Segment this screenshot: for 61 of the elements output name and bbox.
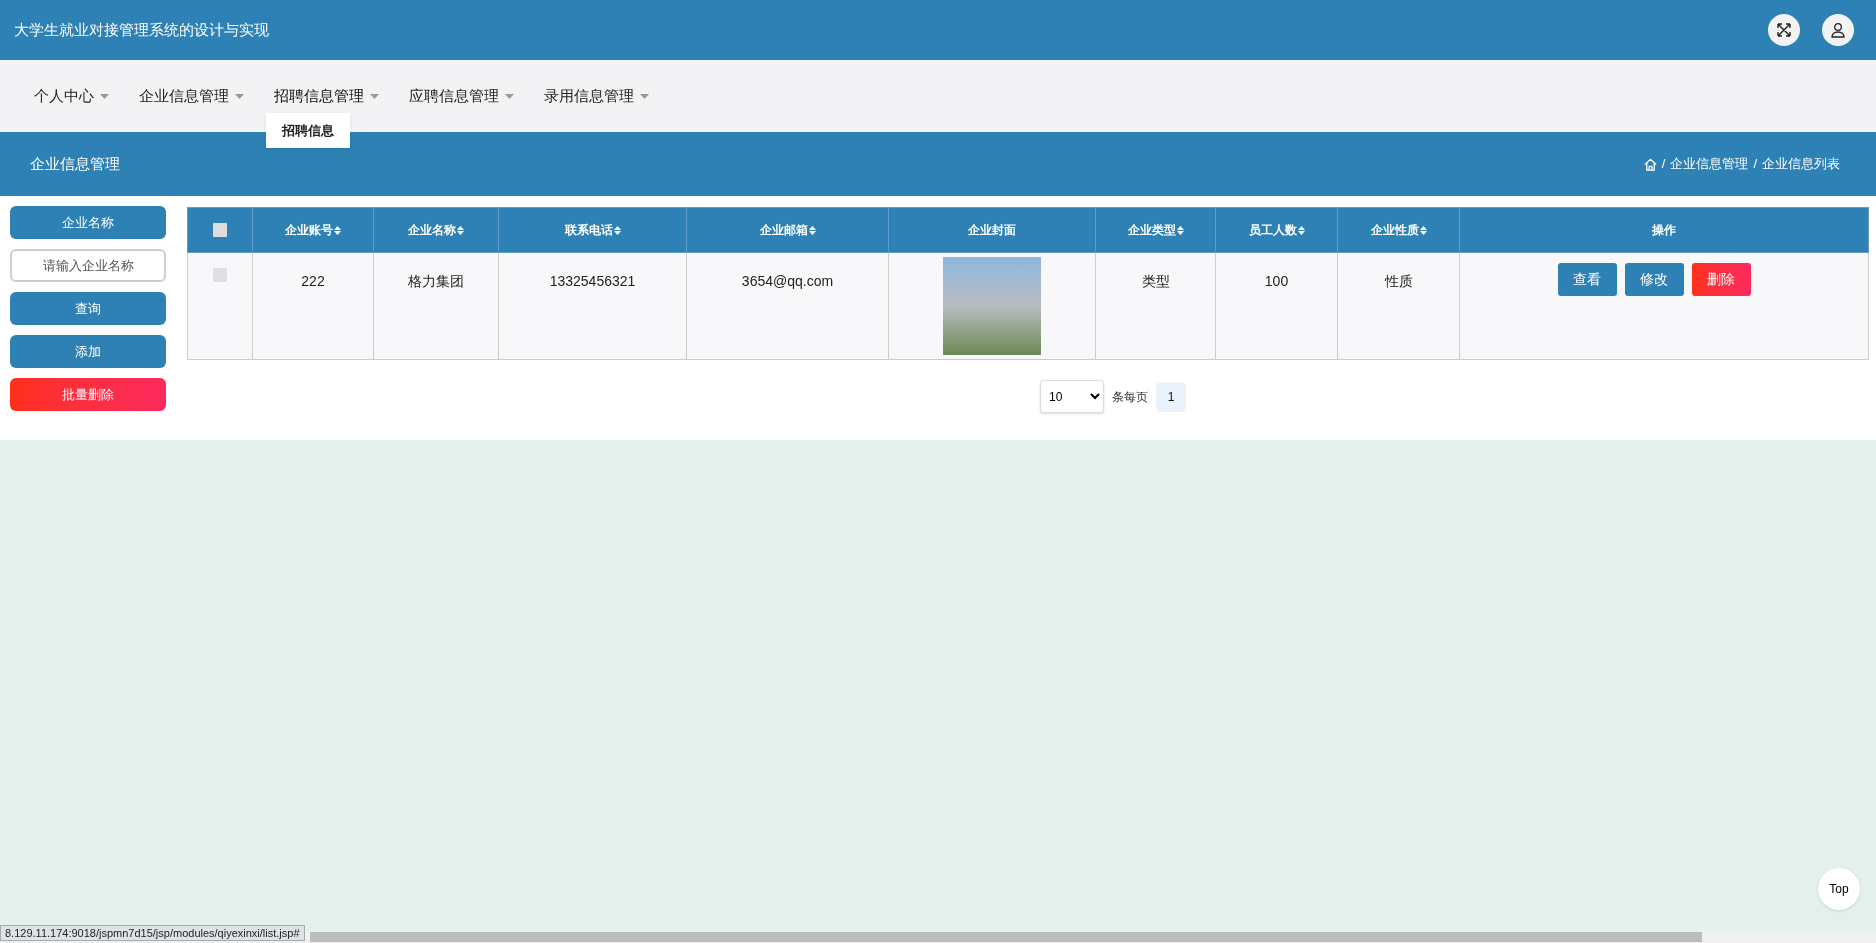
status-bar-url: 8.129.11.174:9018/jspmn7d15/jsp/modules/qiyexinxi/list.jsp#: [0, 925, 305, 941]
table-cell: 性质: [1384, 273, 1413, 289]
table-cell: 类型: [1141, 273, 1170, 289]
back-to-top-button[interactable]: Top: [1818, 868, 1860, 910]
row-checkbox[interactable]: [213, 268, 227, 282]
field-label: 企业名称: [10, 206, 166, 239]
column-header[interactable]: 企业账号: [252, 207, 374, 253]
fullscreen-button[interactable]: [1768, 14, 1800, 46]
expand-icon: [1776, 22, 1792, 38]
nav-menu[interactable]: 应聘信息管理: [409, 84, 514, 108]
search-field[interactable]: 请输入企业名称: [10, 249, 166, 282]
sidebar-button[interactable]: 添加: [10, 335, 166, 368]
user-icon: [1830, 22, 1846, 38]
table-cell: 格力集团: [408, 273, 464, 289]
delete-button[interactable]: 删除: [1691, 263, 1751, 296]
nav-menu[interactable]: 招聘信息管理: [274, 84, 379, 108]
sort-icon[interactable]: [808, 226, 816, 236]
nav-menu[interactable]: 个人中心: [34, 84, 109, 108]
sort-icon[interactable]: [334, 226, 341, 236]
page-title: 企业信息管理: [30, 153, 120, 174]
action-button[interactable]: 查看: [1557, 263, 1617, 296]
page-size-select[interactable]: 10: [1040, 380, 1104, 413]
page-button[interactable]: 1: [1156, 381, 1186, 412]
sort-icon[interactable]: [1419, 226, 1427, 236]
table-cell: 13325456321: [549, 273, 636, 289]
sort-icon[interactable]: [613, 226, 621, 236]
dropdown-item[interactable]: 招聘信息: [282, 120, 334, 141]
select-all-checkbox[interactable]: [213, 223, 227, 237]
sort-icon[interactable]: [1297, 226, 1305, 236]
column-header[interactable]: 企业性质: [1337, 207, 1460, 253]
caret-icon: [505, 93, 514, 99]
action-button[interactable]: 修改: [1624, 263, 1684, 296]
caret-icon: [235, 93, 244, 99]
page-size-label: 条每页: [1112, 388, 1148, 406]
column-header[interactable]: 企业邮箱: [686, 207, 889, 253]
batch-delete-button[interactable]: 批量删除: [10, 378, 166, 411]
breadcrumb-separator: /: [1661, 155, 1666, 174]
caret-icon: [370, 93, 379, 99]
column-header: 操作: [1459, 207, 1869, 253]
sort-icon[interactable]: [1176, 226, 1184, 236]
sort-icon[interactable]: [457, 226, 464, 236]
user-button[interactable]: [1822, 14, 1854, 46]
horizontal-scrollbar[interactable]: [310, 932, 1702, 942]
breadcrumb-item[interactable]: 企业信息列表: [1762, 154, 1840, 174]
column-header[interactable]: 员工人数: [1215, 207, 1338, 253]
breadcrumb-separator: /: [1753, 155, 1757, 174]
table-cell: 222: [301, 273, 325, 289]
caret-icon: [640, 93, 649, 99]
app-title: 大学生就业对接管理系统的设计与实现: [14, 19, 269, 40]
column-header[interactable]: 企业类型: [1095, 207, 1216, 253]
column-header[interactable]: 企业名称: [373, 207, 499, 253]
table-cell: 100: [1264, 273, 1289, 289]
sidebar-button[interactable]: 查询: [10, 292, 166, 325]
column-header: 企业封面: [888, 207, 1096, 253]
home-icon[interactable]: [1643, 157, 1657, 171]
nav-menu[interactable]: 企业信息管理: [139, 84, 244, 108]
breadcrumb-item[interactable]: 企业信息管理: [1670, 154, 1749, 174]
caret-icon: [100, 93, 109, 99]
column-header[interactable]: 联系电话: [498, 207, 687, 253]
nav-menu[interactable]: 录用信息管理: [544, 84, 649, 108]
table-cell: 3654@qq.com: [741, 273, 834, 289]
